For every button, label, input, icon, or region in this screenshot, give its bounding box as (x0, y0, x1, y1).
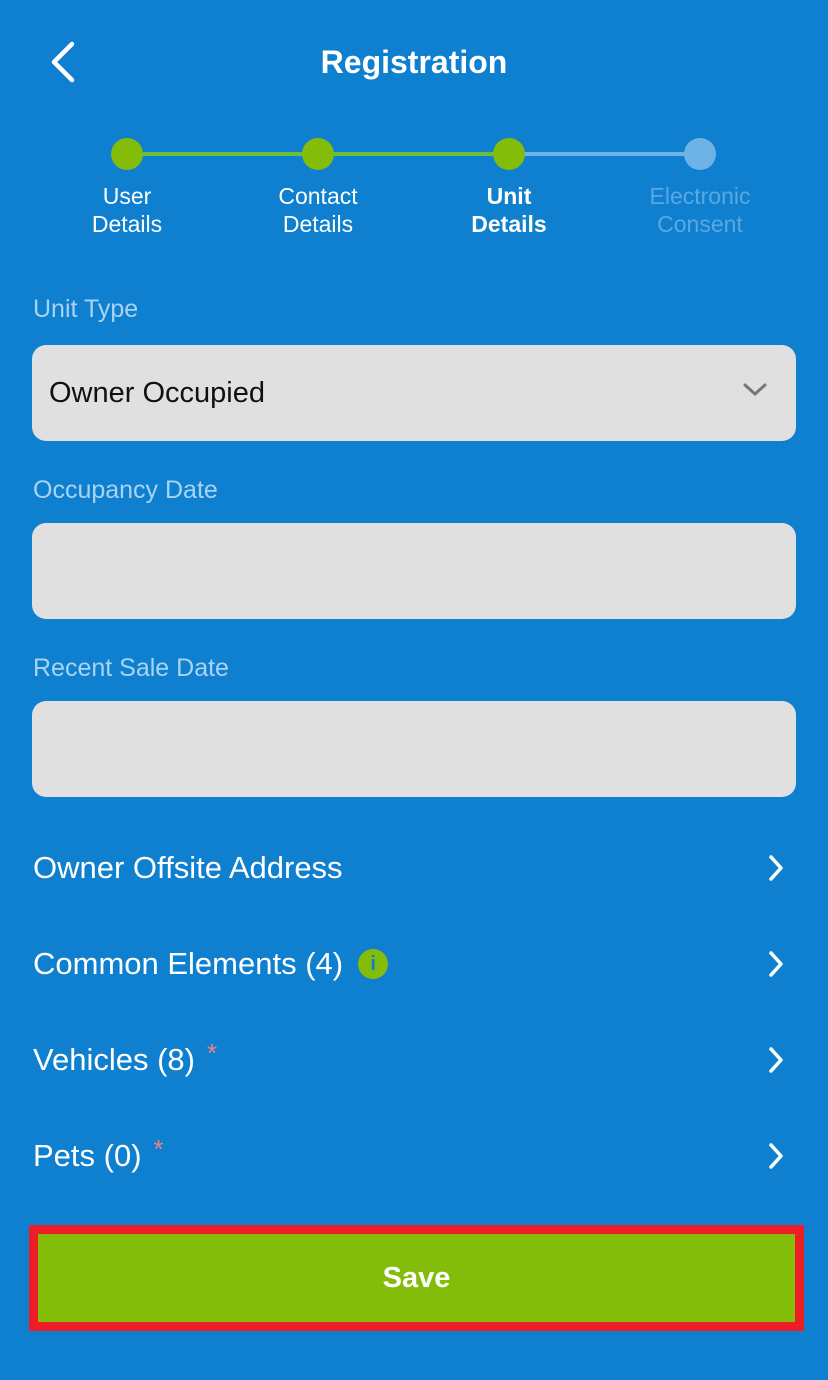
owner-offsite-address-link[interactable]: Owner Offsite Address (33, 838, 793, 898)
chevron-down-icon (743, 383, 767, 397)
vehicles-link[interactable]: Vehicles (8) * (33, 1030, 793, 1090)
step-dot (302, 138, 334, 170)
step-user-details: User Details (37, 138, 217, 238)
step-label: Contact Details (278, 183, 358, 237)
recent-sale-date-label: Recent Sale Date (33, 654, 229, 682)
step-label: User Details (91, 183, 163, 237)
unit-type-value: Owner Occupied (49, 376, 265, 409)
step-dot (493, 138, 525, 170)
required-asterisk: * (206, 1038, 218, 1068)
common-elements-link[interactable]: Common Elements (4) i (33, 934, 793, 994)
row-label: Pets (0) (33, 1138, 142, 1173)
recent-sale-date-input[interactable] (32, 701, 796, 797)
row-label: Owner Offsite Address (33, 850, 343, 885)
row-label: Common Elements (4) (33, 946, 344, 981)
chevron-right-icon (769, 951, 783, 977)
required-asterisk: * (153, 1134, 164, 1164)
save-button[interactable]: Save (38, 1234, 795, 1322)
header: Registration (0, 0, 828, 125)
step-unit-details: Unit Details (419, 138, 599, 238)
occupancy-date-label: Occupancy Date (33, 476, 218, 504)
chevron-right-icon (769, 1047, 783, 1073)
save-highlight: Save (29, 1225, 804, 1331)
step-dot (111, 138, 143, 170)
step-dot (684, 138, 716, 170)
chevron-right-icon (769, 855, 783, 881)
unit-type-label: Unit Type (33, 295, 139, 323)
step-label: Electronic Consent (649, 183, 751, 237)
occupancy-date-input[interactable] (32, 523, 796, 619)
step-contact-details: Contact Details (228, 138, 408, 238)
info-icon[interactable]: i (358, 949, 389, 979)
pets-link[interactable]: Pets (0) * (33, 1126, 793, 1186)
step-label: Unit Details (471, 183, 547, 237)
unit-type-select[interactable]: Owner Occupied (32, 345, 796, 441)
step-electronic-consent: Electronic Consent (610, 138, 790, 238)
chevron-right-icon (769, 1143, 783, 1169)
row-label: Vehicles (8) (33, 1042, 195, 1077)
page-title: Registration (320, 44, 508, 80)
